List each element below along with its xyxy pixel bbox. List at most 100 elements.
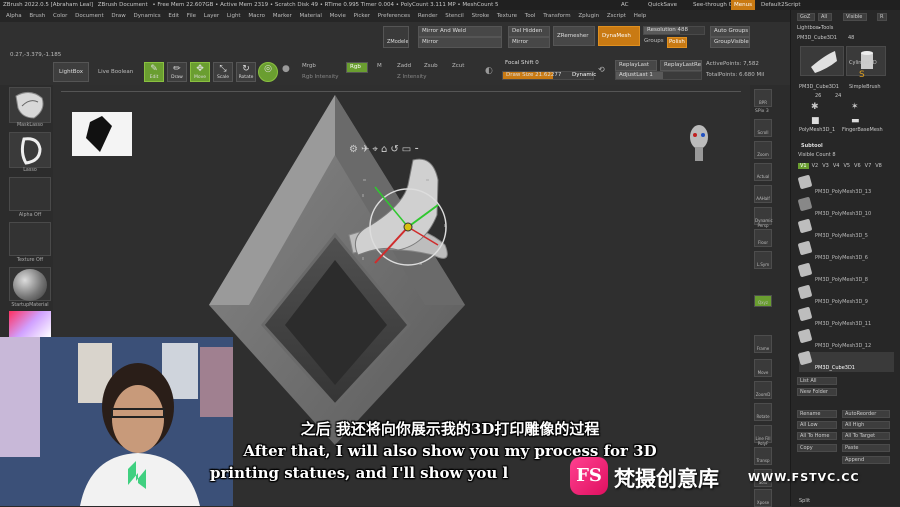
gizmo-toggle[interactable]: ◎ (258, 62, 278, 82)
texture-selector[interactable] (9, 222, 51, 256)
move-view-button[interactable]: Move (754, 359, 772, 377)
v-tab[interactable]: V8 (875, 163, 882, 169)
subtool-item[interactable]: PM3D_PolyMesh3D_10 (797, 196, 894, 218)
auto-groups-button[interactable]: Auto Groups (710, 26, 750, 37)
v-tab[interactable]: V6 (854, 163, 861, 169)
zremesher-button[interactable]: ZRemesher (553, 26, 595, 46)
bpr-button[interactable]: BPR (754, 89, 772, 107)
menu-item[interactable]: Alpha (6, 10, 22, 22)
lightbox-button[interactable]: LightBox (53, 62, 89, 82)
rgb-toggle[interactable]: Rgb (346, 62, 368, 73)
focal-shift-slider[interactable]: Focal Shift 0 (502, 60, 594, 69)
quicksave-button[interactable]: QuickSave (645, 0, 677, 10)
tool-thumb-cube[interactable] (800, 46, 844, 76)
menu-item[interactable]: Light (227, 10, 241, 22)
goz-button[interactable]: GoZ (797, 13, 815, 21)
mirror-button[interactable]: Mirror (418, 37, 502, 48)
polish-toggle[interactable]: Polish (667, 37, 687, 48)
mrgb-toggle[interactable]: Mrgb (302, 63, 316, 69)
stroke-selector[interactable] (9, 132, 51, 168)
subtool-item[interactable]: PM3D_PolyMesh3D_5 (797, 218, 894, 240)
lightbox-tools-link[interactable]: Lightbox▸Tools (797, 25, 833, 31)
mirror-and-weld-button[interactable]: Mirror And Weld (418, 26, 502, 37)
material-selector[interactable] (9, 267, 51, 301)
v-tab[interactable]: V2 (812, 163, 819, 169)
lsym-button[interactable]: L.Sym (754, 251, 772, 269)
edit-mode-button[interactable]: ✎ Edit (144, 62, 164, 82)
v-tab[interactable]: V7 (865, 163, 872, 169)
m-toggle[interactable]: M (377, 63, 382, 69)
menu-item[interactable]: Render (418, 10, 438, 22)
zcut-toggle[interactable]: Zcut (452, 63, 464, 69)
menu-item[interactable]: Zplugin (578, 10, 599, 22)
mirror-button-2[interactable]: Mirror (508, 37, 550, 48)
copy-button[interactable]: Copy (797, 444, 837, 452)
gizmo-tool-icons[interactable]: ⚙✈⌖⌂↺▭⁃ (349, 144, 422, 155)
menu-item[interactable]: Marker (273, 10, 292, 22)
menu-item[interactable]: Stroke (472, 10, 490, 22)
default-script-button[interactable]: Default2Script (758, 0, 801, 10)
floor-button[interactable]: Floor (754, 229, 772, 247)
z-intensity-slider[interactable]: Z Intensity (397, 74, 426, 80)
subtool-header[interactable]: Subtool (801, 143, 823, 149)
v-tab[interactable]: V3 (822, 163, 829, 169)
visible-button[interactable]: Visible (843, 13, 867, 21)
see-through-slider[interactable]: See-through 0 (690, 0, 732, 10)
dynamic-toggle[interactable]: Dynamic (572, 72, 596, 78)
frame-button[interactable]: Frame (754, 335, 772, 353)
rotate-mode-button[interactable]: ↻ Rotate (236, 62, 256, 82)
del-hidden-button[interactable]: Del Hidden (508, 26, 550, 37)
subtool-item[interactable]: PM3D_PolyMesh3D_13 (797, 174, 894, 196)
zadd-toggle[interactable]: Zadd (397, 63, 411, 69)
auto-reorder-button[interactable]: AutoReorder (842, 410, 890, 418)
color-picker[interactable] (9, 311, 51, 337)
new-folder-button[interactable]: New Folder (797, 388, 837, 396)
menu-item[interactable]: Texture (497, 10, 517, 22)
draw-mode-button[interactable]: ✏ Draw (167, 62, 187, 82)
menu-item[interactable]: Color (53, 10, 67, 22)
all-to-home-button[interactable]: All To Home (797, 432, 837, 440)
zsub-toggle[interactable]: Zsub (424, 63, 438, 69)
brush-selector[interactable] (9, 87, 51, 123)
rename-button[interactable]: Rename (797, 410, 837, 418)
subtool-item[interactable]: PM3D_PolyMesh3D_12 (797, 328, 894, 350)
all-button[interactable]: All (818, 13, 832, 21)
v-tab[interactable]: V4 (833, 163, 840, 169)
menus-button[interactable]: Menus (731, 0, 755, 10)
replay-last-rel-button[interactable]: ReplayLastRel (660, 60, 702, 71)
subtool-item-selected[interactable]: PM3D_Cube3D1 (797, 350, 894, 372)
menu-item[interactable]: Document (75, 10, 104, 22)
rgb-intensity-slider[interactable]: Rgb Intensity (302, 74, 339, 80)
split-menu[interactable]: Split (799, 498, 810, 504)
r-button[interactable]: R (877, 13, 887, 21)
zmodeler-button[interactable]: ZModeler (383, 26, 409, 48)
persp-button[interactable]: Dynamic Persp (754, 207, 773, 228)
all-high-button[interactable]: All High (842, 421, 890, 429)
groups-toggle[interactable]: Groups (644, 38, 664, 44)
resolution-slider[interactable]: Resolution 488 (643, 26, 705, 35)
alpha-selector[interactable] (9, 177, 51, 211)
menu-item[interactable]: Material (300, 10, 322, 22)
aahalf-button[interactable]: AAHalf (754, 185, 772, 203)
adjust-last-slider[interactable]: AdjustLast 1 (615, 71, 702, 80)
v-tab[interactable]: V5 (843, 163, 850, 169)
all-to-target-button[interactable]: All To Target (842, 432, 890, 440)
actual-button[interactable]: Actual (754, 163, 772, 181)
move-mode-button[interactable]: ✥ Move (190, 62, 210, 82)
scale-mode-button[interactable]: ⤡ Scale (213, 62, 233, 82)
zoom3d-button[interactable]: ZoomD (754, 381, 772, 399)
visible-count-slider[interactable]: Visible Count 8 (798, 152, 836, 158)
spix-slider[interactable]: SPix 3 (755, 109, 769, 114)
rotate-view-button[interactable]: Rotate (754, 403, 772, 421)
menu-item[interactable]: Preferences (378, 10, 410, 22)
qxyz-button[interactable]: Qxyz (754, 295, 772, 307)
dynamesh-button[interactable]: DynaMesh (598, 26, 640, 46)
list-all-button[interactable]: List All (797, 377, 837, 385)
menu-item[interactable]: Transform (543, 10, 570, 22)
menu-item[interactable]: Edit (168, 10, 179, 22)
menu-item[interactable]: File (187, 10, 196, 22)
menu-item[interactable]: Layer (204, 10, 219, 22)
subtool-item[interactable]: PM3D_PolyMesh3D_9 (797, 284, 894, 306)
menu-item[interactable]: Macro (248, 10, 265, 22)
subtool-item[interactable]: PM3D_PolyMesh3D_6 (797, 240, 894, 262)
